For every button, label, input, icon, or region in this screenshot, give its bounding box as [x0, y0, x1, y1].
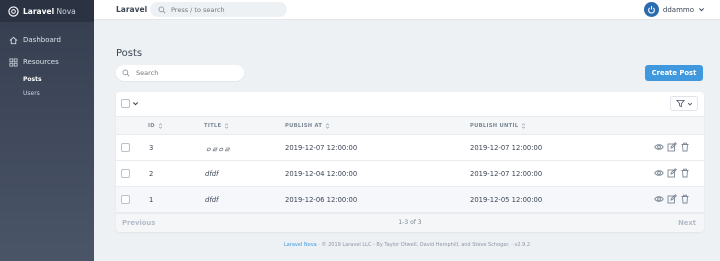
resource-search[interactable]: [116, 65, 244, 81]
trash-icon[interactable]: [680, 142, 690, 152]
home-icon: [9, 36, 18, 45]
chevron-down-icon: [698, 6, 705, 13]
column-header-id[interactable]: ID: [148, 123, 163, 129]
cell-id: 1: [149, 196, 154, 204]
chevron-down-icon: [687, 101, 693, 107]
sidebar-item-users[interactable]: Users: [0, 87, 94, 101]
cell-title: ㅇㄹㅇㄹ: [205, 146, 231, 154]
trash-icon[interactable]: [680, 168, 690, 178]
cell-publish-at: 2019-12-07 12:00:00: [285, 144, 358, 152]
search-icon: [122, 69, 130, 77]
sidebar-item-posts[interactable]: Posts: [0, 73, 94, 87]
edit-icon[interactable]: [667, 142, 677, 152]
row-checkbox[interactable]: [121, 195, 130, 204]
global-search-input[interactable]: [171, 5, 281, 14]
nova-logo-icon: [8, 5, 19, 17]
pagination-info: 1-3 of 3: [398, 219, 422, 226]
cell-title: dfdf: [205, 196, 219, 204]
table-toolbar: [116, 92, 704, 116]
footer: Laravel Nova · © 2019 Laravel LLC - By T…: [94, 242, 720, 248]
next-button[interactable]: Next: [678, 219, 696, 227]
user-menu[interactable]: ddammo: [643, 2, 705, 17]
select-all-checkbox[interactable]: [121, 99, 130, 108]
sidebar-item-label: Dashboard: [23, 36, 61, 44]
search-icon: [158, 6, 166, 14]
sort-icon: [325, 123, 330, 129]
edit-icon[interactable]: [667, 194, 677, 204]
resource-table-card: ID TITLE PUBLISH AT PUBLISH UNTIL 3 ㅇㄹㅇㄹ…: [116, 92, 704, 232]
row-checkbox[interactable]: [121, 143, 130, 152]
cell-id: 2: [149, 170, 154, 178]
footer-text: · © 2019 Laravel LLC - By Taylor Otwell,…: [316, 242, 531, 248]
sort-icon: [224, 123, 229, 129]
table-row[interactable]: 1 dfdf 2019-12-06 12:00:00 2019-12-05 12…: [116, 187, 704, 213]
brand[interactable]: Laravel Nova: [0, 0, 94, 22]
search-input[interactable]: [136, 69, 236, 77]
cell-id: 3: [149, 144, 154, 152]
column-header-title[interactable]: TITLE: [204, 123, 229, 129]
filter-button[interactable]: [670, 96, 698, 111]
header-title[interactable]: Laravel: [116, 5, 147, 14]
cell-publish-until: 2019-12-05 12:00:00: [470, 196, 543, 204]
global-search[interactable]: [150, 2, 287, 17]
table-row[interactable]: 2 dfdf 2019-12-04 12:00:00 2019-12-07 12…: [116, 161, 704, 187]
view-icon[interactable]: [654, 168, 664, 178]
view-icon[interactable]: [654, 194, 664, 204]
cell-title: dfdf: [205, 170, 219, 178]
brand-name: Laravel Nova: [23, 6, 76, 16]
table-row[interactable]: 3 ㅇㄹㅇㄹ 2019-12-07 12:00:00 2019-12-07 12…: [116, 135, 704, 161]
footer-link[interactable]: Laravel Nova: [284, 242, 317, 248]
avatar: [643, 2, 659, 17]
top-header: Laravel ddammo: [94, 0, 720, 20]
user-name: ddammo: [662, 5, 694, 14]
row-checkbox[interactable]: [121, 169, 130, 178]
cell-publish-at: 2019-12-06 12:00:00: [285, 196, 358, 204]
sidebar-item-resources[interactable]: Resources: [0, 55, 94, 69]
edit-icon[interactable]: [667, 168, 677, 178]
sidebar-item-label: Resources: [23, 58, 59, 66]
column-header-publish-at[interactable]: PUBLISH AT: [285, 123, 330, 129]
chevron-down-icon[interactable]: [132, 100, 139, 107]
cell-publish-until: 2019-12-07 12:00:00: [470, 144, 543, 152]
sort-icon: [158, 123, 163, 129]
table-header: ID TITLE PUBLISH AT PUBLISH UNTIL: [116, 116, 704, 135]
row-actions: [654, 194, 693, 204]
row-actions: [654, 142, 693, 152]
cell-publish-until: 2019-12-07 12:00:00: [470, 170, 543, 178]
grid-icon: [9, 57, 18, 67]
column-header-publish-until[interactable]: PUBLISH UNTIL: [470, 123, 526, 129]
view-icon[interactable]: [654, 142, 664, 152]
row-actions: [654, 168, 693, 178]
sidebar: Laravel Nova Dashboard Resources Posts U…: [0, 0, 94, 261]
page-title: Posts: [116, 48, 143, 59]
cell-publish-at: 2019-12-04 12:00:00: [285, 170, 358, 178]
create-post-button[interactable]: Create Post: [645, 65, 703, 81]
pagination: Previous 1-3 of 3 Next: [116, 213, 704, 232]
filter-icon: [675, 99, 685, 108]
trash-icon[interactable]: [680, 194, 690, 204]
sidebar-item-dashboard[interactable]: Dashboard: [0, 33, 94, 47]
sort-icon: [521, 123, 526, 129]
